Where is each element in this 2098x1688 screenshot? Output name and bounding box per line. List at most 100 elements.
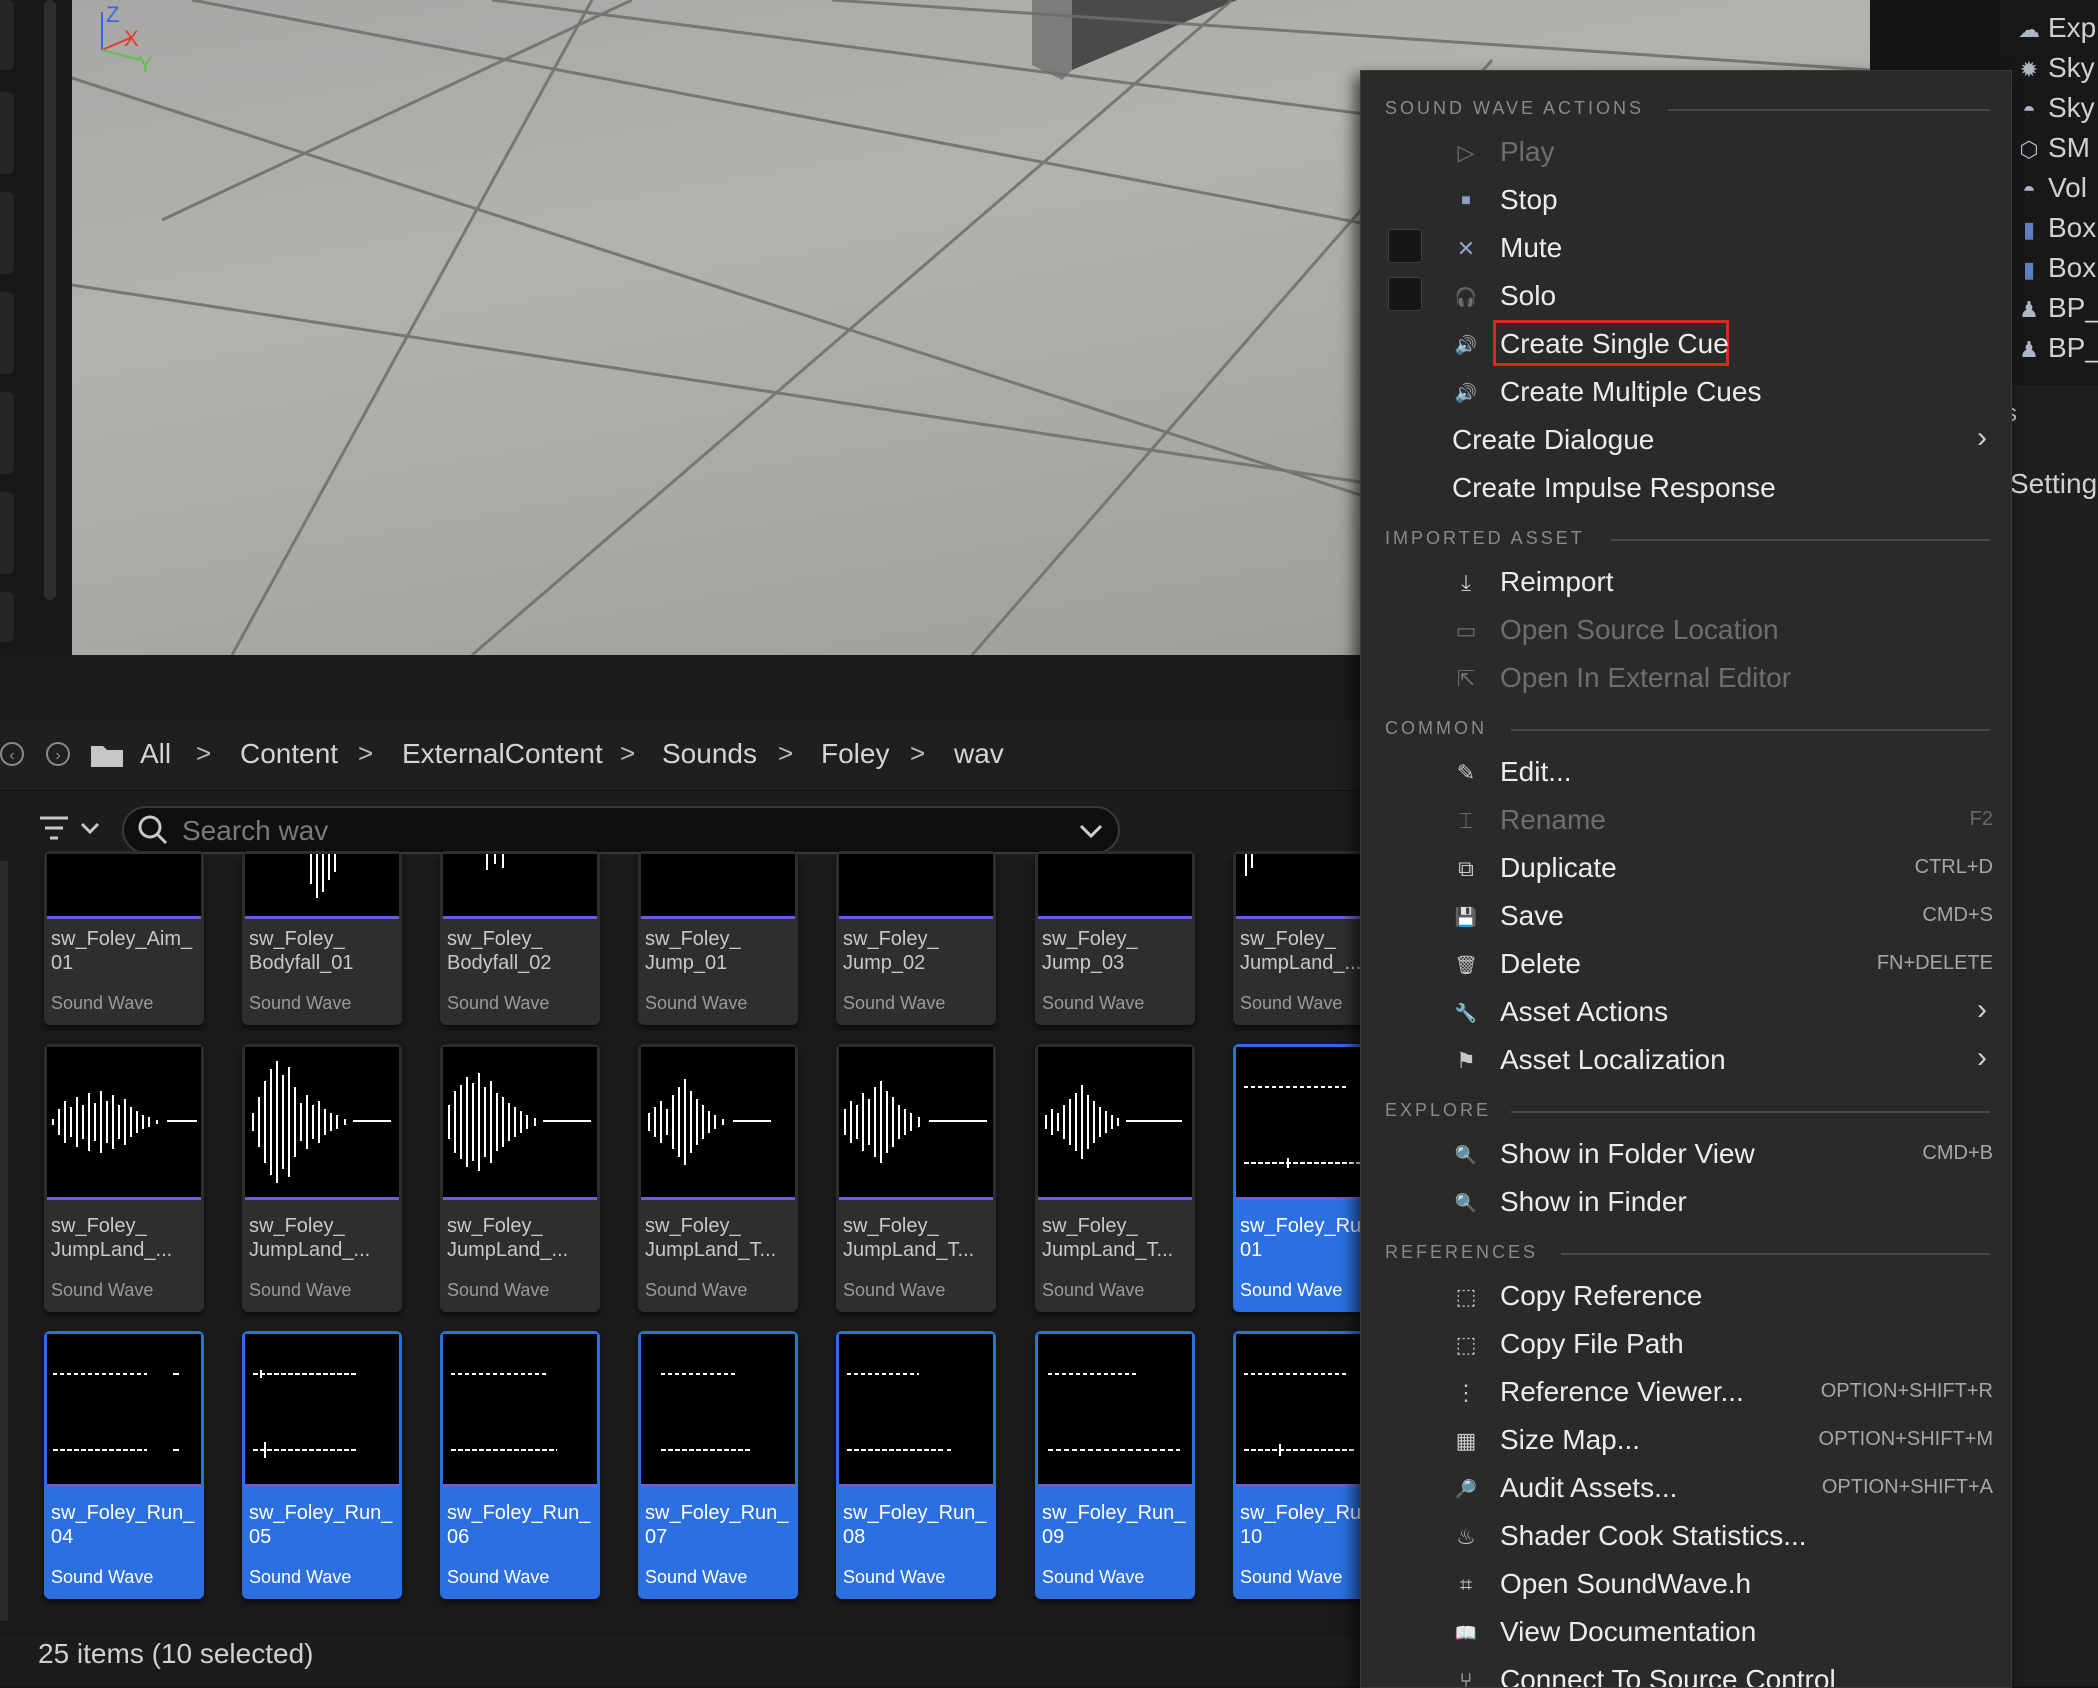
asset-tile[interactable]: sw_Foley_Run_ 09 Sound Wave: [1035, 1331, 1195, 1599]
menu-item-create-impulse-response[interactable]: Create Impulse Response: [1361, 465, 2011, 511]
menu-item-reference-viewer[interactable]: ⋮ Reference Viewer... OPTION+SHIFT+R: [1361, 1369, 2011, 1415]
pawn-icon: ♟: [2019, 297, 2039, 322]
toolbar-tab[interactable]: [0, 292, 14, 374]
menu-item-open-soundwave-h[interactable]: ⌗ Open SoundWave.h: [1361, 1561, 2011, 1607]
menu-shortcut: CTRL+D: [1914, 856, 1993, 878]
asset-tile[interactable]: sw_Foley_ JumpLand_T... Sound Wave: [638, 1044, 798, 1312]
asset-tile[interactable]: sw_Foley_Run_ 07 Sound Wave: [638, 1331, 798, 1599]
asset-tile[interactable]: sw_Foley_ JumpLand_... Sound Wave: [44, 1044, 204, 1312]
outliner-row[interactable]: ☁ Exp: [2014, 12, 2096, 48]
breadcrumb-externalcontent[interactable]: ExternalContent: [402, 738, 603, 770]
asset-tile[interactable]: sw_Foley_ Bodyfall_02 Sound Wave: [440, 851, 600, 1025]
breadcrumb-content[interactable]: Content: [240, 738, 338, 770]
menu-item-create-single-cue[interactable]: 🔊 Create Single Cue: [1361, 320, 2011, 367]
asset-tile[interactable]: sw_Foley_ Jump_01 Sound Wave: [638, 851, 798, 1025]
folder-icon[interactable]: [90, 742, 124, 768]
breadcrumb-all[interactable]: All: [140, 738, 171, 770]
outliner-row[interactable]: ◓ Sky: [2014, 92, 2094, 128]
toolbar-tab[interactable]: [0, 492, 14, 574]
reimport-icon: ⤓: [1461, 570, 1471, 595]
menu-item-duplicate[interactable]: ⧉ Duplicate CTRL+D: [1361, 845, 2011, 891]
menu-item-save[interactable]: 💾 Save CMD+S: [1361, 893, 2011, 939]
breadcrumb-wav[interactable]: wav: [954, 738, 1004, 770]
asset-type: Sound Wave: [645, 993, 748, 1013]
menu-item-copy-reference[interactable]: ⬚ Copy Reference: [1361, 1273, 2011, 1319]
forward-icon[interactable]: ›: [46, 742, 70, 766]
outliner-row[interactable]: ▮ Box I: [2014, 252, 2098, 288]
menu-item-show-in-finder[interactable]: 🔍 Show in Finder: [1361, 1179, 2011, 1225]
menu-item-show-in-folder-view[interactable]: 🔍 Show in Folder View CMD+B: [1361, 1131, 2011, 1177]
solo-checkbox[interactable]: [1388, 277, 1422, 311]
menu-item-label: Open SoundWave.h: [1500, 1568, 1752, 1599]
asset-tile[interactable]: sw_Foley_Run_ 08 Sound Wave: [836, 1331, 996, 1599]
menu-item-open-source-location[interactable]: ▭ Open Source Location: [1361, 607, 2011, 653]
menu-item-edit[interactable]: ✎ Edit...: [1361, 749, 2011, 795]
axis-x-label: X: [124, 26, 139, 51]
chevron-right-icon: ›: [1977, 421, 1987, 454]
menu-item-stop[interactable]: ■ Stop: [1361, 177, 2011, 223]
toolbar-tab[interactable]: [0, 192, 14, 274]
waveform-thumbnail: [443, 1334, 597, 1487]
asset-tile[interactable]: sw_Foley_Aim_ 01 Sound Wave: [44, 851, 204, 1025]
menu-item-label: Copy File Path: [1500, 1328, 1684, 1359]
toolbar-tab[interactable]: [0, 0, 14, 70]
menu-item-create-multiple-cues[interactable]: 🔊 Create Multiple Cues: [1361, 369, 2011, 415]
toolbar-tab[interactable]: [0, 92, 14, 174]
asset-type: Sound Wave: [843, 1567, 946, 1587]
menu-item-open-in-external-editor[interactable]: ⇱ Open In External Editor: [1361, 655, 2011, 701]
menu-item-size-map[interactable]: ▦ Size Map... OPTION+SHIFT+M: [1361, 1417, 2011, 1463]
outliner-row[interactable]: ⬡ SM: [2014, 132, 2090, 168]
menu-item-reimport[interactable]: ⤓ Reimport: [1361, 559, 2011, 605]
outliner-label: BP_S: [2048, 332, 2098, 363]
outliner-row[interactable]: ♟ BP_S: [2014, 292, 2098, 328]
shader-icon: ♨: [1456, 1524, 1476, 1549]
asset-tile[interactable]: sw_Foley_Run_ 04 Sound Wave: [44, 1331, 204, 1599]
grid-scrollbar[interactable]: [0, 861, 8, 1621]
asset-tile[interactable]: sw_Foley_ JumpLand_... Sound Wave: [242, 1044, 402, 1312]
asset-tile[interactable]: sw_Foley_Run_ 05 Sound Wave: [242, 1331, 402, 1599]
viewport-scrollbar[interactable]: [44, 0, 56, 600]
asset-tile[interactable]: sw_Foley_ Jump_03 Sound Wave: [1035, 851, 1195, 1025]
asset-tile[interactable]: sw_Foley_ Bodyfall_01 Sound Wave: [242, 851, 402, 1025]
menu-item-connect-to-source-control[interactable]: ⑂ Connect To Source Control: [1361, 1657, 2011, 1687]
breadcrumb-foley[interactable]: Foley: [821, 738, 889, 770]
menu-item-solo[interactable]: 🎧 Solo: [1361, 273, 2011, 319]
asset-tile[interactable]: sw_Foley_ Jump_02 Sound Wave: [836, 851, 996, 1025]
asset-tile[interactable]: sw_Foley_ JumpLand_T... Sound Wave: [1035, 1044, 1195, 1312]
breadcrumb-sounds[interactable]: Sounds: [662, 738, 757, 770]
menu-item-mute[interactable]: ✕ Mute: [1361, 225, 2011, 271]
search-input[interactable]: [180, 814, 1064, 848]
asset-tile[interactable]: sw_Foley_ JumpLand_T... Sound Wave: [836, 1044, 996, 1312]
asset-name: sw_Foley_ JumpLand_...: [51, 1215, 173, 1261]
toolbar-tab[interactable]: [0, 392, 14, 474]
menu-item-label: Edit...: [1500, 756, 1572, 787]
outliner-row[interactable]: ▮ Box I: [2014, 212, 2098, 248]
menu-item-play[interactable]: ▷ Play: [1361, 129, 2011, 175]
asset-tile[interactable]: sw_Foley_ JumpLand_... Sound Wave: [440, 1044, 600, 1312]
waveform-thumbnail: [641, 1334, 795, 1487]
waveform-thumbnail: [47, 1047, 201, 1200]
outliner-row[interactable]: ♟ BP_S: [2014, 332, 2098, 368]
menu-item-label: Reimport: [1500, 566, 1614, 597]
menu-item-copy-file-path[interactable]: ⬚ Copy File Path: [1361, 1321, 2011, 1367]
wrench-icon: 🔧: [1454, 1003, 1478, 1023]
menu-item-asset-localization[interactable]: ⚑ Asset Localization ›: [1361, 1037, 2011, 1083]
asset-tile[interactable]: sw_Foley_Run_ 06 Sound Wave: [440, 1331, 600, 1599]
outliner-row[interactable]: ◓ Vol: [2014, 172, 2087, 208]
back-icon[interactable]: ‹: [0, 742, 24, 766]
outliner-row[interactable]: ✹ Sky: [2014, 52, 2095, 88]
menu-item-shader-cook-statistics[interactable]: ♨ Shader Cook Statistics...: [1361, 1513, 2011, 1559]
filter-icon[interactable]: [38, 812, 108, 848]
code-icon: ⌗: [1459, 1572, 1473, 1597]
mute-checkbox[interactable]: [1388, 229, 1422, 263]
menu-item-create-dialogue[interactable]: Create Dialogue ›: [1361, 417, 2011, 463]
menu-item-delete[interactable]: 🗑 Delete FN+DELETE: [1361, 941, 2011, 987]
menu-item-rename[interactable]: ⌶ Rename F2: [1361, 797, 2011, 843]
toolbar-tab[interactable]: [0, 592, 14, 642]
menu-item-asset-actions[interactable]: 🔧 Asset Actions ›: [1361, 989, 2011, 1035]
settings-tab[interactable]: Setting: [2010, 468, 2097, 500]
menu-item-view-documentation[interactable]: 📖 View Documentation: [1361, 1609, 2011, 1655]
menu-item-audit-assets[interactable]: 🔎 Audit Assets... OPTION+SHIFT+A: [1361, 1465, 2011, 1511]
search-box[interactable]: [122, 806, 1120, 854]
chevron-down-icon[interactable]: [1078, 821, 1104, 841]
